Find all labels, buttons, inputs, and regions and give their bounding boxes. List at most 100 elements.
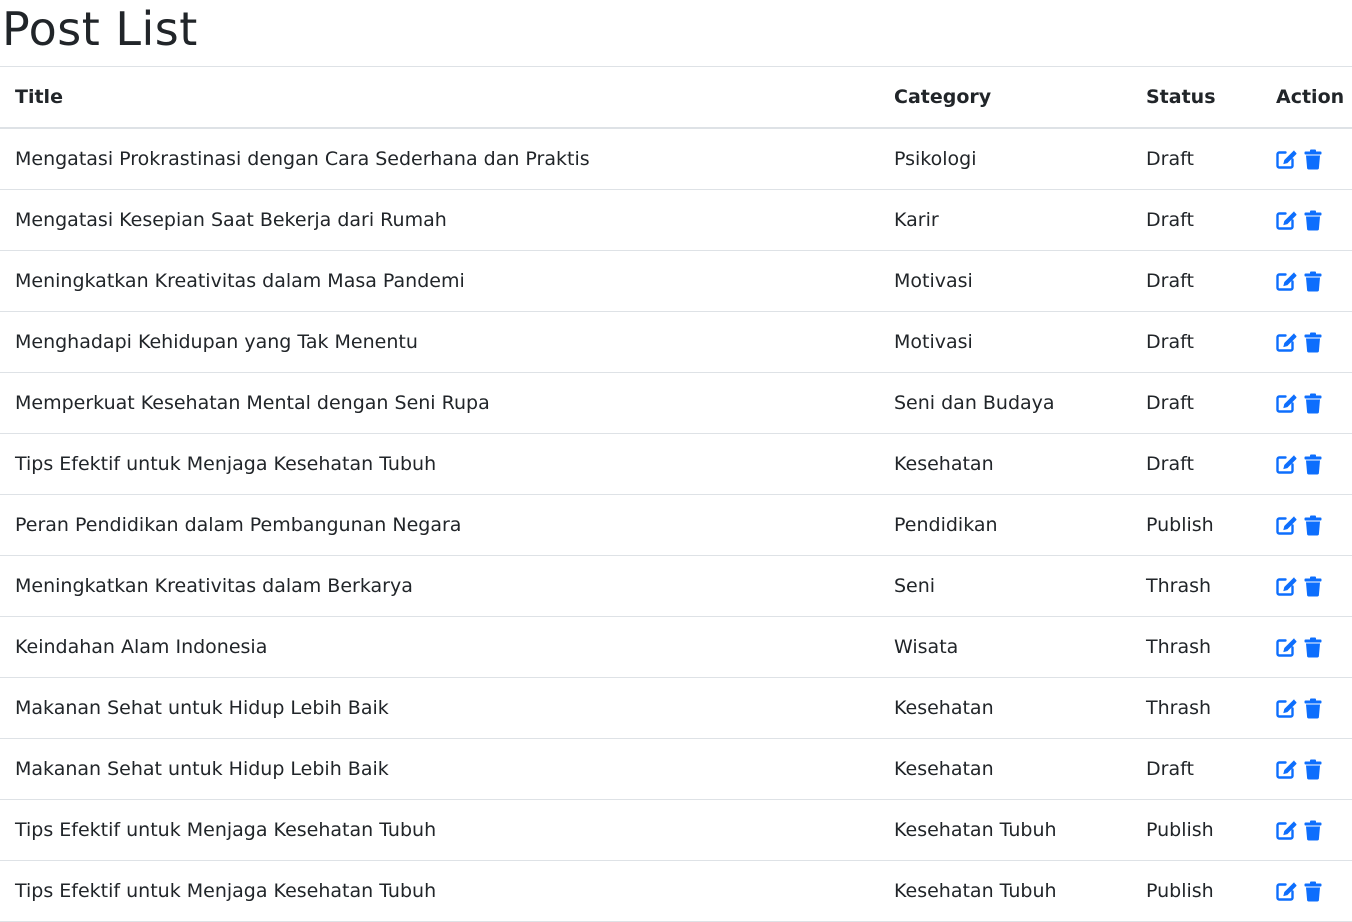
trash-icon[interactable]	[1302, 148, 1324, 170]
post-category-cell: Kesehatan Tubuh	[879, 860, 1131, 922]
post-actions-cell	[1261, 494, 1352, 556]
table-row: Tips Efektif untuk Menjaga Kesehatan Tub…	[0, 433, 1352, 495]
row-actions	[1276, 453, 1352, 475]
column-header-title: Title	[0, 66, 879, 129]
table-row: Memperkuat Kesehatan Mental dengan Seni …	[0, 372, 1352, 434]
post-actions-cell	[1261, 372, 1352, 434]
post-category-cell: Kesehatan	[879, 738, 1131, 800]
post-title-cell: Tips Efektif untuk Menjaga Kesehatan Tub…	[0, 799, 879, 861]
edit-icon[interactable]	[1276, 819, 1298, 841]
row-actions	[1276, 819, 1352, 841]
edit-icon[interactable]	[1276, 880, 1298, 902]
trash-icon[interactable]	[1302, 270, 1324, 292]
table-row: Tips Efektif untuk Menjaga Kesehatan Tub…	[0, 860, 1352, 922]
post-status-cell: Draft	[1131, 738, 1261, 800]
post-status-cell: Draft	[1131, 189, 1261, 251]
trash-icon[interactable]	[1302, 697, 1324, 719]
trash-icon[interactable]	[1302, 392, 1324, 414]
post-table: Title Category Status Action Mengatasi P…	[0, 66, 1352, 922]
table-row: Menghadapi Kehidupan yang Tak Menentu Mot…	[0, 311, 1352, 373]
post-status-cell: Publish	[1131, 494, 1261, 556]
table-row: Mengatasi Kesepian Saat Bekerja dari Rum…	[0, 189, 1352, 251]
edit-icon[interactable]	[1276, 331, 1298, 353]
column-header-status: Status	[1131, 66, 1261, 129]
row-actions	[1276, 514, 1352, 536]
post-category-cell: Kesehatan	[879, 677, 1131, 739]
post-title-cell: Meningkatkan Kreativitas dalam Berkarya	[0, 555, 879, 617]
post-actions-cell	[1261, 128, 1352, 190]
page-title: Post List	[2, 2, 198, 56]
edit-icon[interactable]	[1276, 575, 1298, 597]
trash-icon[interactable]	[1302, 758, 1324, 780]
trash-icon[interactable]	[1302, 880, 1324, 902]
table-row: Makanan Sehat untuk Hidup Lebih Baik Kese…	[0, 738, 1352, 800]
row-actions	[1276, 880, 1352, 902]
row-actions	[1276, 209, 1352, 231]
post-title-cell: Mengatasi Prokrastinasi dengan Cara Sede…	[0, 128, 879, 190]
post-category-cell: Seni	[879, 555, 1131, 617]
trash-icon[interactable]	[1302, 453, 1324, 475]
row-actions	[1276, 331, 1352, 353]
post-title-cell: Peran Pendidikan dalam Pembangunan Negar…	[0, 494, 879, 556]
table-row: Tips Efektif untuk Menjaga Kesehatan Tub…	[0, 799, 1352, 861]
table-body: Mengatasi Prokrastinasi dengan Cara Sede…	[0, 128, 1352, 922]
post-actions-cell	[1261, 555, 1352, 617]
edit-icon[interactable]	[1276, 148, 1298, 170]
post-category-cell: Motivasi	[879, 250, 1131, 312]
trash-icon[interactable]	[1302, 331, 1324, 353]
post-actions-cell	[1261, 250, 1352, 312]
post-title-cell: Mengatasi Kesepian Saat Bekerja dari Rum…	[0, 189, 879, 251]
post-status-cell: Draft	[1131, 311, 1261, 373]
trash-icon[interactable]	[1302, 514, 1324, 536]
post-status-cell: Draft	[1131, 433, 1261, 495]
post-actions-cell	[1261, 433, 1352, 495]
post-category-cell: Kesehatan	[879, 433, 1131, 495]
post-title-cell: Menghadapi Kehidupan yang Tak Menentu	[0, 311, 879, 373]
post-actions-cell	[1261, 677, 1352, 739]
table-header: Title Category Status Action	[0, 66, 1352, 129]
edit-icon[interactable]	[1276, 392, 1298, 414]
post-title-cell: Tips Efektif untuk Menjaga Kesehatan Tub…	[0, 860, 879, 922]
post-category-cell: Wisata	[879, 616, 1131, 678]
edit-icon[interactable]	[1276, 514, 1298, 536]
trash-icon[interactable]	[1302, 636, 1324, 658]
column-header-category: Category	[879, 66, 1131, 129]
edit-icon[interactable]	[1276, 697, 1298, 719]
edit-icon[interactable]	[1276, 758, 1298, 780]
row-actions	[1276, 392, 1352, 414]
edit-icon[interactable]	[1276, 209, 1298, 231]
post-status-cell: Publish	[1131, 799, 1261, 861]
post-status-cell: Thrash	[1131, 616, 1261, 678]
post-category-cell: Seni dan Budaya	[879, 372, 1131, 434]
row-actions	[1276, 758, 1352, 780]
post-status-cell: Publish	[1131, 860, 1261, 922]
table-row: Meningkatkan Kreativitas dalam Masa Pand…	[0, 250, 1352, 312]
column-header-action: Action	[1261, 66, 1352, 129]
post-actions-cell	[1261, 616, 1352, 678]
post-category-cell: Kesehatan Tubuh	[879, 799, 1131, 861]
edit-icon[interactable]	[1276, 636, 1298, 658]
post-status-cell: Draft	[1131, 128, 1261, 190]
post-actions-cell	[1261, 799, 1352, 861]
edit-icon[interactable]	[1276, 453, 1298, 475]
post-actions-cell	[1261, 738, 1352, 800]
post-title-cell: Makanan Sehat untuk Hidup Lebih Baik	[0, 677, 879, 739]
post-title-cell: Meningkatkan Kreativitas dalam Masa Pand…	[0, 250, 879, 312]
table-row: Peran Pendidikan dalam Pembangunan Negar…	[0, 494, 1352, 556]
post-status-cell: Draft	[1131, 250, 1261, 312]
header-row: Title Category Status Action	[0, 66, 1352, 129]
row-actions	[1276, 148, 1352, 170]
post-status-cell: Draft	[1131, 372, 1261, 434]
post-status-cell: Thrash	[1131, 555, 1261, 617]
post-actions-cell	[1261, 189, 1352, 251]
trash-icon[interactable]	[1302, 819, 1324, 841]
post-category-cell: Psikologi	[879, 128, 1131, 190]
trash-icon[interactable]	[1302, 209, 1324, 231]
post-category-cell: Motivasi	[879, 311, 1131, 373]
row-actions	[1276, 575, 1352, 597]
edit-icon[interactable]	[1276, 270, 1298, 292]
trash-icon[interactable]	[1302, 575, 1324, 597]
row-actions	[1276, 636, 1352, 658]
post-title-cell: Keindahan Alam Indonesia	[0, 616, 879, 678]
table-row: Mengatasi Prokrastinasi dengan Cara Sede…	[0, 128, 1352, 190]
